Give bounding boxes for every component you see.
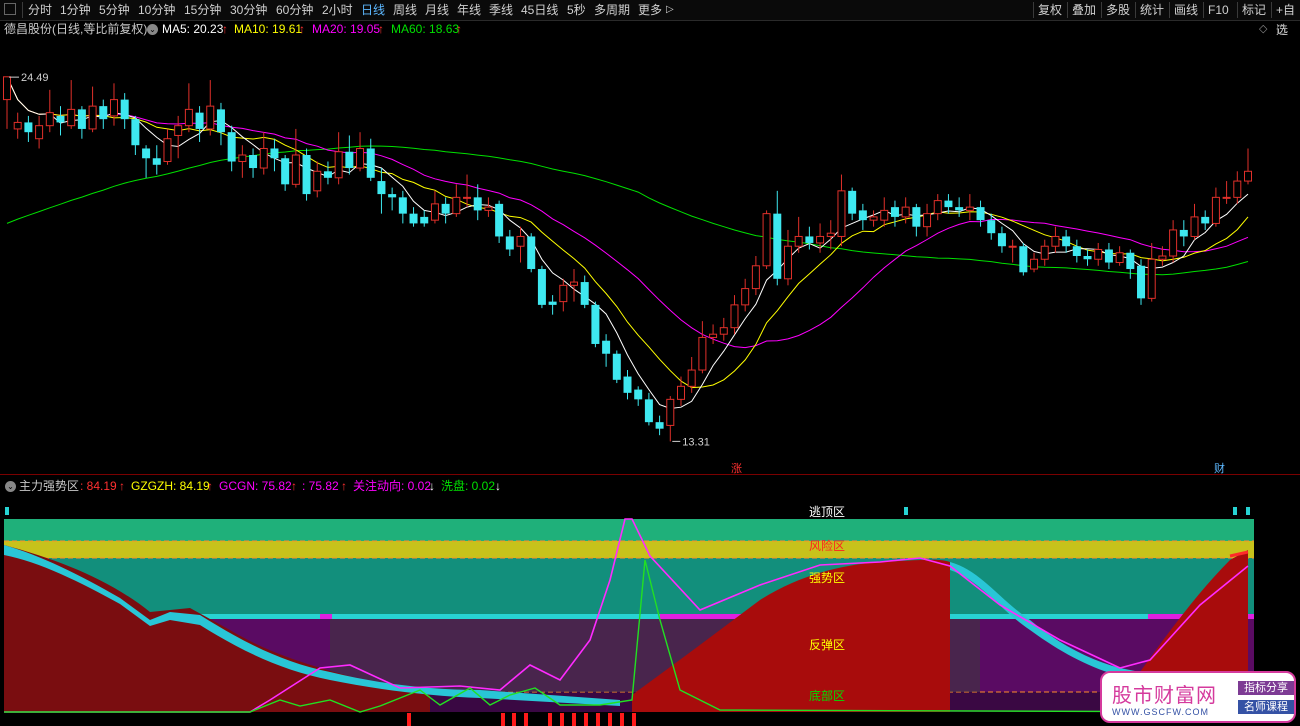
- strength-zone-chart[interactable]: 逃顶区 风险区 强势区 反弹区 底部区: [0, 0, 1300, 726]
- top-marker: [904, 507, 908, 515]
- zone-label-strong: 强势区: [809, 571, 845, 585]
- bottom-signal-bar: [620, 713, 624, 726]
- bottom-signal-bar: [584, 713, 588, 726]
- top-marker: [1246, 507, 1250, 515]
- watermark-tag-course: 名师课程: [1238, 700, 1294, 714]
- bottom-signal-bar: [407, 713, 411, 726]
- zone-strong-band: [4, 558, 1254, 614]
- midline-highlight: [660, 614, 745, 619]
- top-marker: [1233, 507, 1237, 515]
- bottom-signal-bar: [501, 713, 505, 726]
- zone-label-risk: 风险区: [809, 538, 845, 553]
- zone-label-rebound: 反弹区: [809, 638, 845, 652]
- zone-risk-band: [4, 541, 1254, 558]
- bottom-signal-bar: [572, 713, 576, 726]
- top-marker: [5, 507, 9, 515]
- bottom-signal-bar: [608, 713, 612, 726]
- watermark-name: 股市财富网: [1112, 683, 1217, 707]
- zone-top-band: [4, 519, 1254, 541]
- zone-label-bottom: 底部区: [809, 688, 845, 703]
- bottom-signal-bar: [512, 713, 516, 726]
- bottom-signal-bar: [596, 713, 600, 726]
- bottom-signal-bar: [632, 713, 636, 726]
- watermark-tag-indicator: 指标分享: [1238, 681, 1294, 695]
- watermark-url: WWW.GSCFW.COM: [1112, 707, 1209, 717]
- midline-highlight: [320, 614, 332, 619]
- watermark-logo: 股市财富网 WWW.GSCFW.COM 指标分享 名师课程: [1100, 671, 1296, 723]
- bottom-signal-bar: [524, 713, 528, 726]
- bottom-signal-bar: [560, 713, 564, 726]
- bottom-signal-bar: [548, 713, 552, 726]
- zone-label-top: 逃顶区: [809, 505, 845, 519]
